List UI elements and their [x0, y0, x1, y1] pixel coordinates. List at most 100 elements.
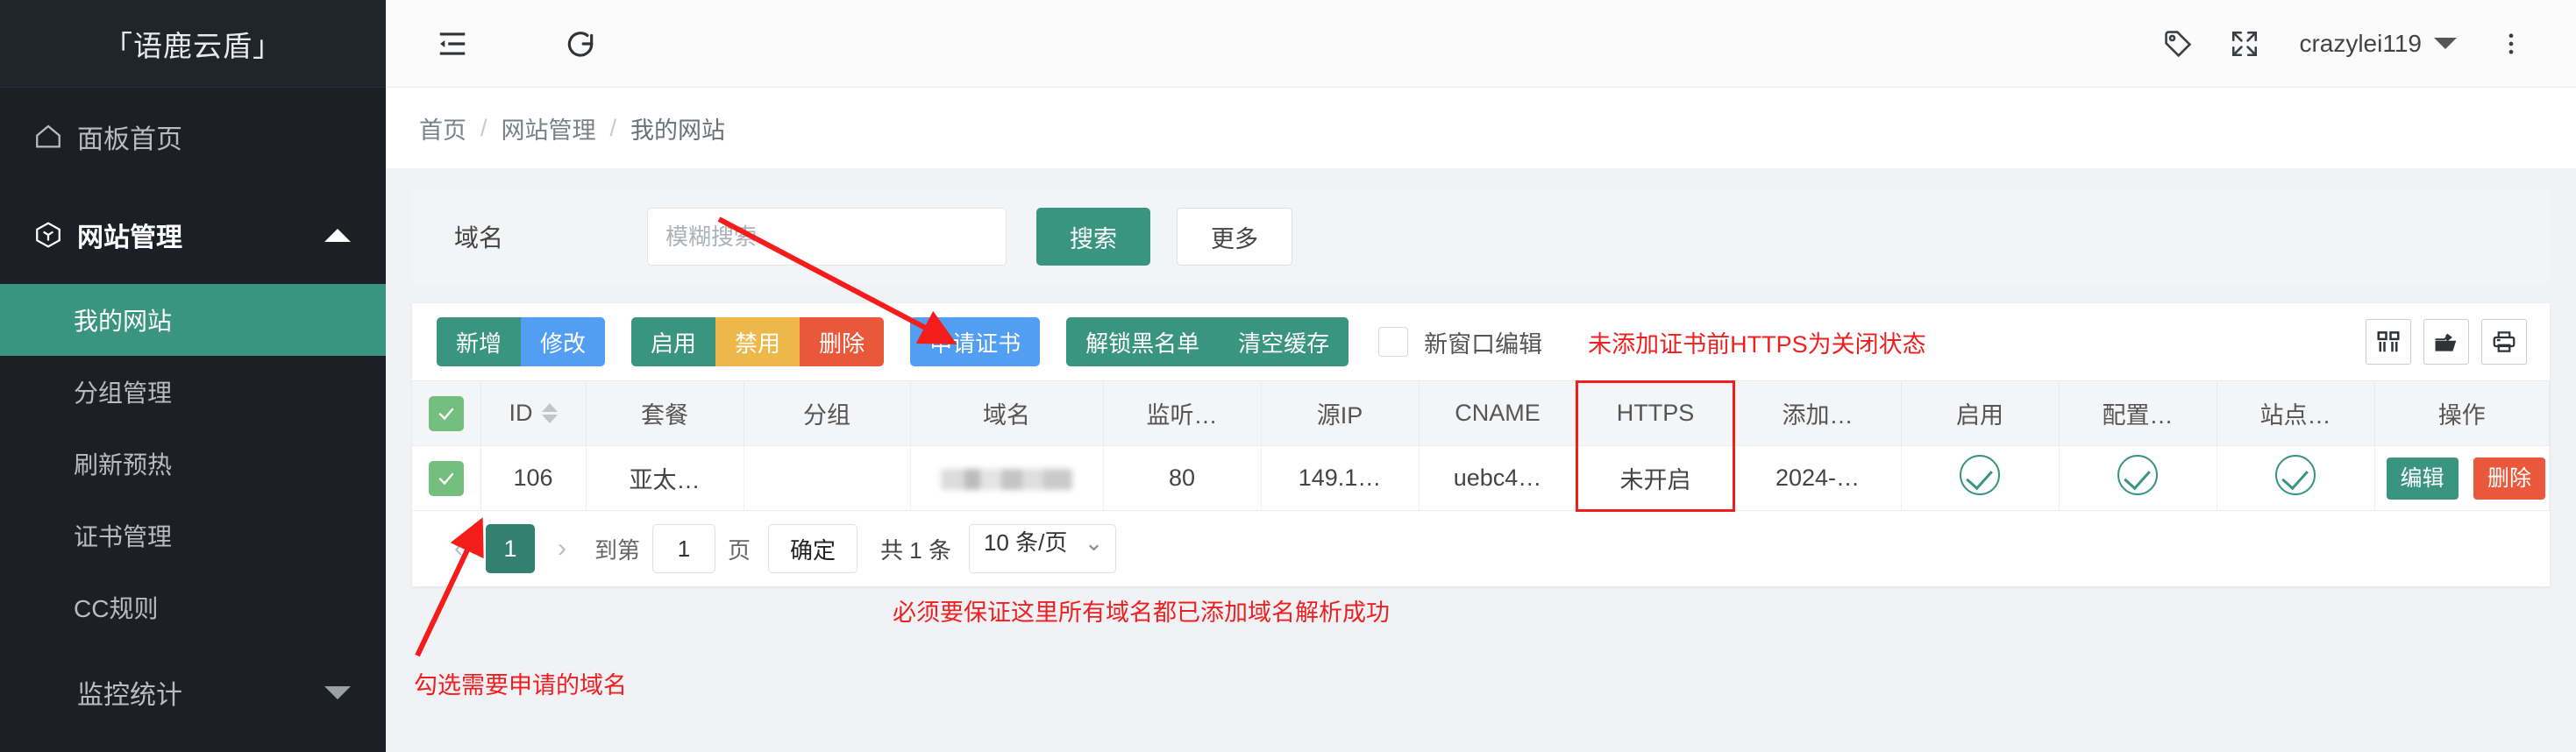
row-delete-button[interactable]: 删除 — [2473, 457, 2546, 500]
new-window-edit-toggle[interactable]: 新窗口编辑 — [1378, 325, 1542, 359]
sidebar-item-my-websites[interactable]: 我的网站 — [0, 284, 386, 356]
search-input[interactable] — [647, 208, 1007, 266]
clear-cache-button[interactable]: 清空缓存 — [1219, 317, 1349, 366]
column-header-added-time: 添加… — [1734, 380, 1902, 446]
more-filters-button[interactable]: 更多 — [1177, 208, 1292, 266]
fullscreen-icon[interactable] — [2211, 11, 2278, 77]
column-header-label: ID — [509, 400, 533, 426]
pagination: ‹ 1 › 到第 页 确定 共 1 条 10 条/页 ⌄ — [412, 511, 2550, 586]
cell-https-status: 未开启 — [1576, 445, 1735, 511]
new-window-edit-checkbox[interactable] — [1378, 327, 1409, 357]
breadcrumb: 首页 / 网站管理 / 我的网站 — [386, 88, 2576, 168]
annotation-area: 必须要保证这里所有域名都已添加域名解析成功 — [412, 586, 2550, 639]
table-row[interactable]: 106 亚太… 80 149.1… uebc4… 未开启 2024-… 编辑 删… — [412, 445, 2550, 511]
unlock-blacklist-button[interactable]: 解锁黑名单 — [1066, 317, 1220, 366]
column-header-enabled: 启用 — [1901, 380, 2060, 446]
sidebar-item-website-management[interactable]: 网站管理 — [0, 186, 386, 284]
topbar-right-group: crazylei119 — [2145, 11, 2544, 77]
filter-bar: 域名 搜索 更多 — [412, 189, 2550, 284]
cell-source-ip: 149.1… — [1261, 445, 1420, 511]
select-all-header[interactable] — [412, 380, 481, 446]
total-count-label: 共 1 条 — [880, 536, 951, 564]
goto-confirm-button[interactable]: 确定 — [768, 524, 858, 573]
brand-title: 「语鹿云盾」 — [0, 0, 386, 88]
column-settings-icon[interactable] — [2366, 319, 2411, 365]
row-checkbox[interactable] — [428, 460, 464, 496]
column-header-listen-port: 监听… — [1103, 380, 1262, 446]
export-icon[interactable] — [2423, 319, 2469, 365]
goto-page-label: 到第 — [594, 536, 641, 564]
goto-page-input[interactable] — [652, 524, 716, 573]
toolbar-right-icons — [2366, 319, 2527, 365]
app-root: 「语鹿云盾」 面板首页 网站管理 我的网站 分组管理 刷新预热 证书管理 CC规… — [0, 0, 2576, 752]
cell-group — [744, 445, 911, 511]
tag-icon[interactable] — [2145, 11, 2211, 77]
edit-button[interactable]: 修改 — [521, 317, 606, 366]
cell-added-time: 2024-… — [1734, 445, 1902, 511]
domain-filter-label: 域名 — [454, 224, 504, 252]
cell-plan: 亚太… — [586, 445, 744, 511]
enable-button[interactable]: 启用 — [631, 317, 716, 366]
websites-table: ID 套餐 分组 域名 监听… 源IP CNAME HTTPS 添加… 启用 配… — [412, 380, 2550, 511]
breadcrumb-item-website-management[interactable]: 网站管理 — [502, 111, 596, 145]
chevron-down-icon — [2434, 38, 2457, 49]
redacted-domain — [941, 468, 1072, 490]
breadcrumb-item-my-websites[interactable]: 我的网站 — [630, 111, 725, 145]
chevron-up-icon[interactable] — [324, 228, 351, 242]
column-header-action: 操作 — [2374, 380, 2550, 446]
column-header-id[interactable]: ID — [480, 380, 587, 446]
toolbar-group-certificate: 申请证书 — [910, 317, 1041, 366]
sidebar-item-cc-rules[interactable]: CC规则 — [0, 571, 386, 643]
user-menu[interactable]: crazylei119 — [2278, 30, 2478, 58]
cell-cname: uebc4… — [1419, 445, 1577, 511]
page-size-label: 10 条/页 — [983, 529, 1068, 556]
cell-enabled — [1901, 445, 2060, 511]
user-name-label: crazylei119 — [2299, 29, 2422, 57]
topbar-left-group — [419, 11, 614, 77]
collapse-sidebar-icon[interactable] — [419, 11, 486, 77]
annotation-select-note: 勾选需要申请的域名 — [414, 672, 627, 699]
sidebar: 「语鹿云盾」 面板首页 网站管理 我的网站 分组管理 刷新预热 证书管理 CC规… — [0, 0, 386, 752]
cell-listen-port: 80 — [1103, 445, 1262, 511]
sidebar-item-dashboard[interactable]: 面板首页 — [0, 88, 386, 186]
cell-actions: 编辑 删除 — [2374, 445, 2550, 511]
chevron-down-icon[interactable] — [324, 685, 351, 699]
toolbar-group-status: 启用 禁用 删除 — [631, 317, 885, 366]
sidebar-item-monitoring-statistics[interactable]: 监控统计 — [0, 643, 386, 741]
column-header-source-ip: 源IP — [1261, 380, 1420, 446]
prev-page-button[interactable]: ‹ — [438, 529, 479, 569]
print-icon[interactable] — [2481, 319, 2527, 365]
annotation-resolve-note: 必须要保证这里所有域名都已添加域名解析成功 — [893, 599, 1390, 626]
refresh-icon[interactable] — [547, 11, 614, 77]
topbar: crazylei119 — [386, 0, 2576, 88]
page-number-1[interactable]: 1 — [486, 524, 535, 573]
sidebar-item-group-management[interactable]: 分组管理 — [0, 356, 386, 428]
cell-id: 106 — [480, 445, 587, 511]
breadcrumb-separator: / — [480, 114, 487, 141]
search-button[interactable]: 搜索 — [1036, 208, 1150, 266]
breadcrumb-item-home[interactable]: 首页 — [419, 111, 466, 145]
table-header-row: ID 套餐 分组 域名 监听… 源IP CNAME HTTPS 添加… 启用 配… — [412, 380, 2550, 446]
page-content: 域名 搜索 更多 新增 修改 启用 禁用 删除 — [386, 168, 2576, 752]
next-page-button[interactable]: › — [542, 529, 582, 569]
check-circle-icon — [1960, 455, 2000, 495]
row-select-cell[interactable] — [412, 445, 481, 511]
sort-arrows-icon[interactable] — [541, 403, 558, 423]
row-edit-button[interactable]: 编辑 — [2386, 457, 2459, 500]
check-circle-icon — [2117, 455, 2158, 495]
sidebar-item-view-more[interactable]: 查看更多 — [0, 741, 386, 752]
table-card: 新增 修改 启用 禁用 删除 申请证书 解锁黑名单 清空缓存 新窗口编辑 未添加… — [412, 303, 2550, 586]
apply-certificate-button[interactable]: 申请证书 — [910, 317, 1041, 366]
page-size-select[interactable]: 10 条/页 ⌄ — [968, 524, 1117, 573]
sidebar-item-refresh-preheat[interactable]: 刷新预热 — [0, 428, 386, 500]
main-area: crazylei119 首页 / 网站管理 / 我的网站 域名 模糊搜索 搜索 … — [386, 0, 2576, 752]
disable-button[interactable]: 禁用 — [715, 317, 801, 366]
sidebar-item-certificate-management[interactable]: 证书管理 — [0, 500, 386, 571]
select-all-checkbox[interactable] — [428, 395, 464, 431]
column-header-config: 配置… — [2059, 380, 2217, 446]
column-header-plan: 套餐 — [586, 380, 744, 446]
add-button[interactable]: 新增 — [437, 317, 522, 366]
breadcrumb-separator: / — [609, 114, 617, 141]
delete-button[interactable]: 删除 — [800, 317, 885, 366]
kebab-menu-icon[interactable] — [2478, 11, 2544, 77]
